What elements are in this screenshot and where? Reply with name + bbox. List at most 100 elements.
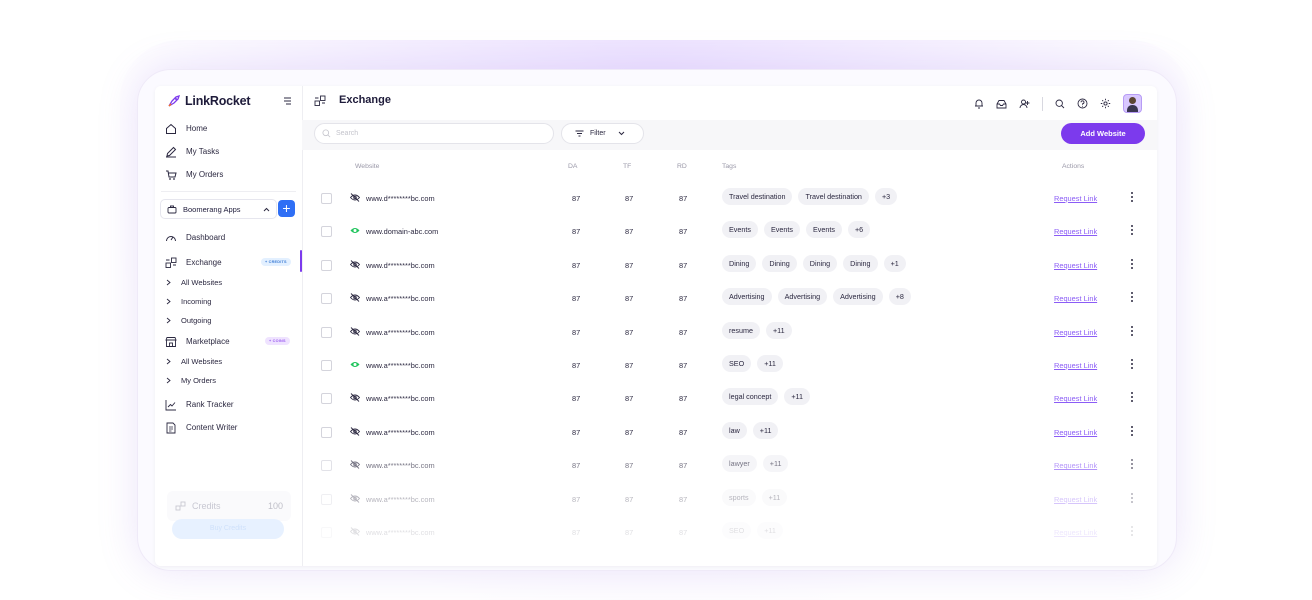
add-user-icon[interactable]: [1019, 99, 1030, 109]
more-options-icon[interactable]: [1130, 458, 1134, 470]
column-header-actions: Actions: [1062, 163, 1085, 170]
website-cell: www.domain-abc.com: [366, 227, 439, 237]
nav-item-home[interactable]: Home: [164, 122, 207, 135]
add-app-button[interactable]: +: [278, 200, 295, 217]
sub-item-all-websites[interactable]: All Websites: [166, 357, 222, 366]
request-link[interactable]: Request Link: [1054, 428, 1097, 437]
nav-item-content-writer[interactable]: Content Writer: [164, 421, 237, 434]
eye-icon[interactable]: [350, 360, 360, 369]
sub-item-incoming[interactable]: Incoming: [166, 297, 211, 306]
more-tags-chip[interactable]: +11: [765, 321, 792, 339]
row-checkbox[interactable]: [321, 426, 332, 438]
da-cell: 87: [572, 361, 581, 370]
more-options-icon[interactable]: [1130, 291, 1134, 303]
eye-icon[interactable]: [350, 226, 360, 235]
sub-item-all-websites[interactable]: All Websites: [166, 278, 222, 287]
more-tags-chip[interactable]: +11: [784, 388, 811, 406]
more-tags-chip[interactable]: +8: [888, 288, 911, 306]
da-cell: 87: [572, 327, 581, 337]
more-tags-chip[interactable]: +11: [757, 522, 783, 539]
nav-item-my-tasks[interactable]: My Tasks: [164, 145, 219, 158]
eye-off-icon[interactable]: [350, 393, 360, 403]
more-tags-chip[interactable]: +6: [847, 221, 871, 239]
sub-item-outgoing[interactable]: Outgoing: [166, 316, 211, 325]
more-tags-chip[interactable]: +11: [757, 355, 783, 372]
more-options-icon[interactable]: [1130, 325, 1134, 337]
request-link[interactable]: Request Link: [1054, 261, 1097, 270]
gear-icon[interactable]: [1100, 98, 1111, 109]
eye-off-icon[interactable]: [350, 426, 360, 436]
request-link[interactable]: Request Link: [1054, 495, 1097, 504]
menu-collapse-icon[interactable]: [283, 97, 292, 105]
more-tags-chip[interactable]: +11: [761, 488, 788, 506]
eye-off-icon[interactable]: [350, 460, 360, 470]
row-checkbox[interactable]: [321, 393, 332, 405]
row-checkbox[interactable]: [321, 293, 332, 305]
column-header-website[interactable]: Website: [355, 163, 379, 170]
request-link[interactable]: Request Link: [1054, 328, 1097, 337]
row-checkbox[interactable]: [321, 193, 332, 204]
nav-item-marketplace[interactable]: Marketplace: [164, 335, 230, 348]
request-link[interactable]: Request Link: [1054, 394, 1097, 403]
more-options-icon[interactable]: [1130, 358, 1134, 370]
tf-cell: 87: [625, 327, 634, 337]
eye-off-icon[interactable]: [350, 326, 360, 336]
request-link[interactable]: Request Link: [1054, 227, 1097, 236]
table-row: www.a********bc.com 87 87 87 resume +11 Reques…: [302, 317, 1157, 350]
workspace-selector[interactable]: Boomerang Apps: [160, 199, 277, 219]
nav-item-rank-tracker[interactable]: Rank Tracker: [164, 398, 234, 411]
request-link[interactable]: Request Link: [1054, 361, 1097, 370]
column-header-rd[interactable]: RD: [677, 163, 687, 170]
table-row: www.a********bc.com 87 87 87 SEO +11 Request L…: [302, 517, 1157, 550]
more-options-icon[interactable]: [1130, 224, 1134, 236]
row-checkbox[interactable]: [321, 360, 332, 371]
more-options-icon[interactable]: [1130, 391, 1134, 403]
column-header-da[interactable]: DA: [568, 163, 577, 170]
row-checkbox[interactable]: [321, 527, 332, 538]
more-tags-chip[interactable]: +1: [883, 254, 906, 272]
more-options-icon[interactable]: [1130, 425, 1134, 437]
nav-item-exchange[interactable]: Exchange: [164, 256, 222, 269]
eye-off-icon[interactable]: [350, 527, 360, 536]
rd-cell: 87: [679, 260, 688, 270]
search-icon[interactable]: [1055, 99, 1065, 109]
home-icon: [164, 122, 177, 135]
eye-off-icon[interactable]: [350, 193, 360, 202]
sub-item-my-orders[interactable]: My Orders: [166, 376, 216, 385]
request-link[interactable]: Request Link: [1054, 294, 1097, 303]
bell-icon[interactable]: [974, 98, 984, 109]
request-link[interactable]: Request Link: [1054, 194, 1097, 203]
more-tags-chip[interactable]: +3: [874, 188, 898, 205]
add-website-button[interactable]: Add Website: [1061, 123, 1145, 144]
more-options-icon[interactable]: [1130, 191, 1134, 203]
cart-icon: [164, 168, 177, 181]
eye-off-icon[interactable]: [350, 493, 360, 503]
logo[interactable]: LinkRocket: [167, 94, 251, 108]
nav-item-dashboard[interactable]: Dashboard: [164, 231, 225, 244]
filter-button[interactable]: Filter: [561, 123, 644, 144]
more-options-icon[interactable]: [1130, 525, 1134, 537]
more-options-icon[interactable]: [1130, 492, 1134, 504]
eye-off-icon[interactable]: [350, 259, 360, 269]
more-tags-chip[interactable]: +11: [752, 421, 779, 439]
request-link[interactable]: Request Link: [1054, 528, 1097, 537]
row-checkbox[interactable]: [321, 259, 332, 271]
tag-chip: Travel destination: [722, 188, 793, 205]
search-input[interactable]: Search: [314, 123, 554, 144]
row-checkbox[interactable]: [321, 460, 332, 472]
column-header-tf[interactable]: TF: [623, 163, 631, 170]
request-link[interactable]: Request Link: [1054, 461, 1097, 470]
avatar[interactable]: [1123, 94, 1142, 113]
briefcase-icon: [167, 205, 177, 213]
more-tags-chip[interactable]: +11: [762, 455, 789, 473]
help-icon[interactable]: [1077, 98, 1088, 109]
row-checkbox[interactable]: [321, 226, 332, 238]
row-checkbox[interactable]: [321, 326, 332, 338]
inbox-icon[interactable]: [996, 99, 1007, 109]
row-checkbox[interactable]: [321, 493, 332, 505]
more-options-icon[interactable]: [1130, 258, 1134, 270]
buy-credits-button[interactable]: Buy Credits: [172, 519, 284, 539]
nav-item-my-orders[interactable]: My Orders: [164, 168, 223, 181]
eye-off-icon[interactable]: [350, 293, 360, 303]
rd-cell: 87: [679, 494, 688, 504]
